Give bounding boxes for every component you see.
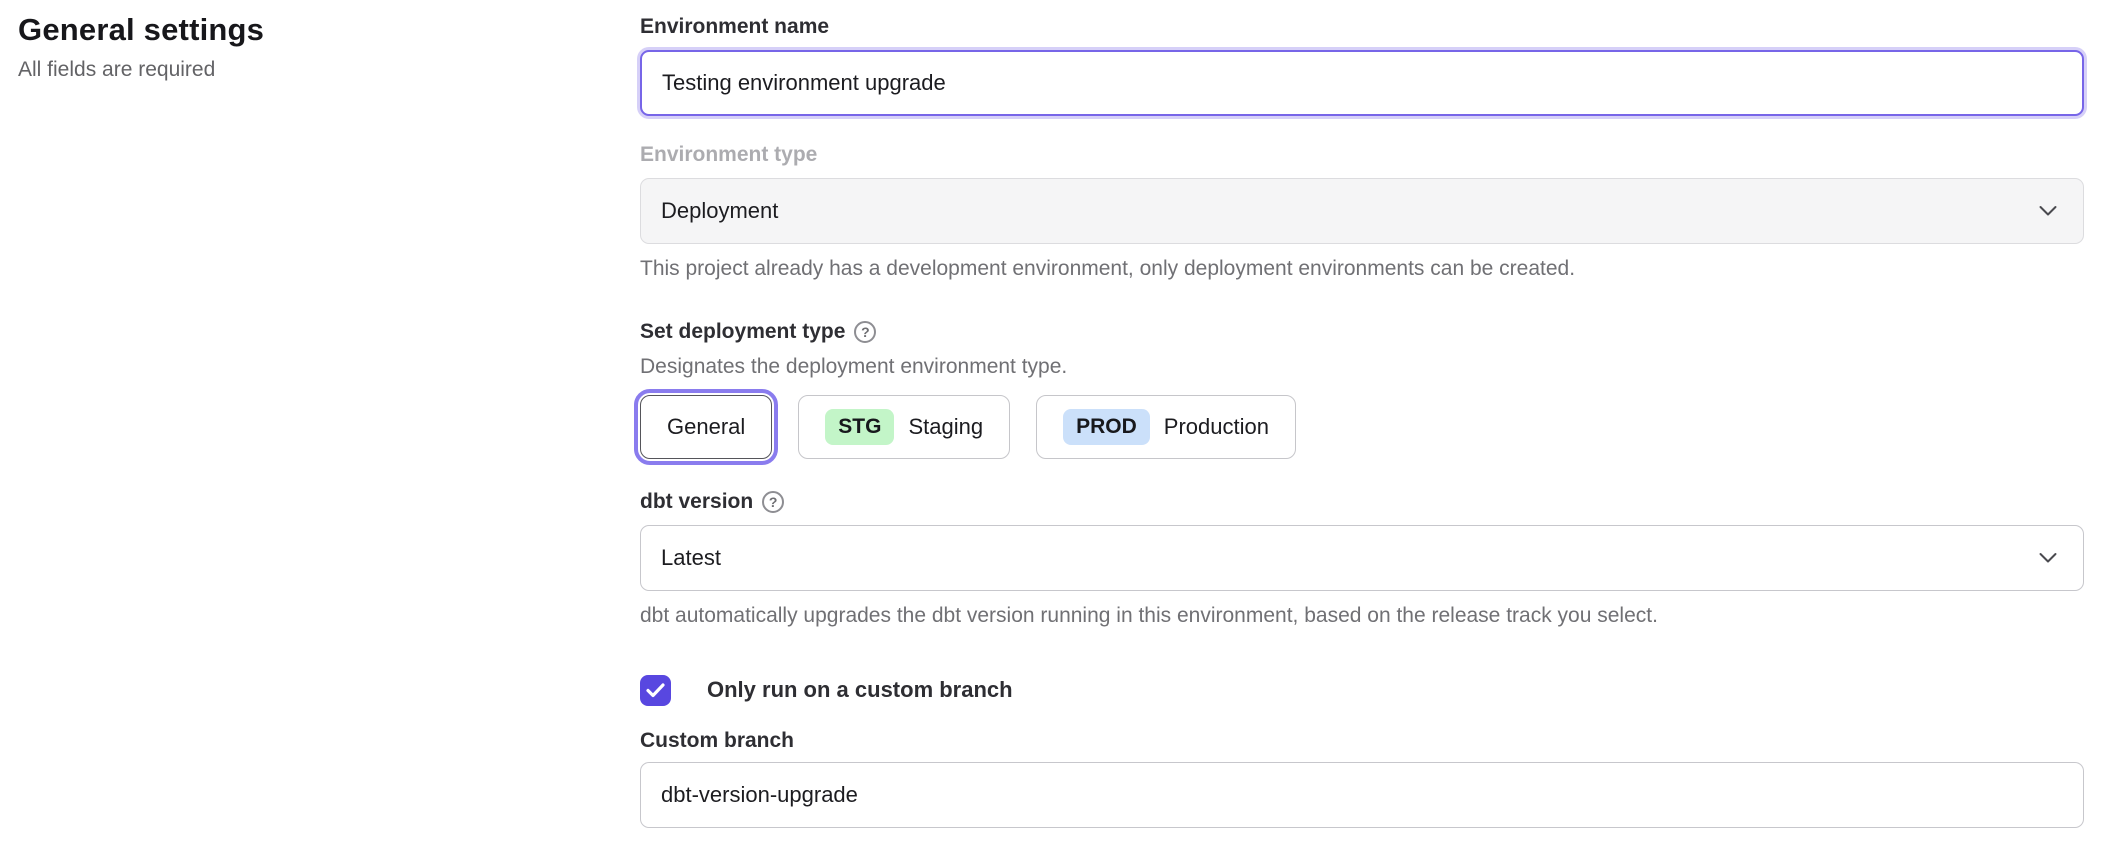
custom-branch-input[interactable] bbox=[640, 762, 2084, 828]
environment-name-input[interactable] bbox=[640, 50, 2084, 116]
dbt-version-select[interactable]: Latest bbox=[640, 525, 2084, 591]
deployment-type-description: Designates the deployment environment ty… bbox=[640, 355, 2084, 379]
help-icon[interactable]: ? bbox=[762, 491, 784, 513]
help-icon[interactable]: ? bbox=[854, 321, 876, 343]
deployment-option-staging[interactable]: STG Staging bbox=[798, 395, 1010, 459]
page-subtitle: All fields are required bbox=[18, 58, 618, 82]
environment-type-label: Environment type bbox=[640, 142, 2084, 168]
dbt-version-label-text: dbt version bbox=[640, 490, 753, 514]
deployment-option-general-label: General bbox=[667, 414, 745, 440]
dbt-version-value: Latest bbox=[661, 545, 721, 571]
production-badge: PROD bbox=[1063, 409, 1150, 445]
chevron-down-icon bbox=[2039, 553, 2057, 564]
environment-type-helper: This project already has a development e… bbox=[640, 257, 2084, 281]
deployment-option-production-label: Production bbox=[1164, 414, 1269, 440]
custom-branch-toggle-row: Only run on a custom branch bbox=[640, 674, 2084, 706]
environment-settings-form: Environment name Environment type Deploy… bbox=[640, 14, 2084, 828]
deployment-option-staging-label: Staging bbox=[908, 414, 983, 440]
deployment-option-general[interactable]: General bbox=[640, 395, 772, 459]
deployment-type-label-text: Set deployment type bbox=[640, 320, 845, 344]
custom-branch-label: Custom branch bbox=[640, 728, 2084, 754]
chevron-down-icon bbox=[2039, 206, 2057, 217]
deployment-type-label: Set deployment type ? bbox=[640, 319, 2084, 345]
page-title: General settings bbox=[18, 12, 618, 48]
checkmark-icon bbox=[646, 683, 665, 698]
environment-name-label: Environment name bbox=[640, 14, 2084, 40]
staging-badge: STG bbox=[825, 409, 894, 445]
custom-branch-checkbox[interactable] bbox=[640, 675, 671, 706]
dbt-version-helper: dbt automatically upgrades the dbt versi… bbox=[640, 604, 2084, 628]
environment-type-value: Deployment bbox=[661, 198, 778, 224]
general-settings-page: General settings All fields are required… bbox=[0, 0, 2116, 864]
custom-branch-checkbox-label[interactable]: Only run on a custom branch bbox=[707, 677, 1013, 703]
dbt-version-label: dbt version ? bbox=[640, 489, 2084, 515]
deployment-option-production[interactable]: PROD Production bbox=[1036, 395, 1296, 459]
settings-header: General settings All fields are required bbox=[18, 12, 618, 82]
environment-type-select: Deployment bbox=[640, 178, 2084, 244]
deployment-type-options: General STG Staging PROD Production bbox=[640, 395, 2084, 459]
